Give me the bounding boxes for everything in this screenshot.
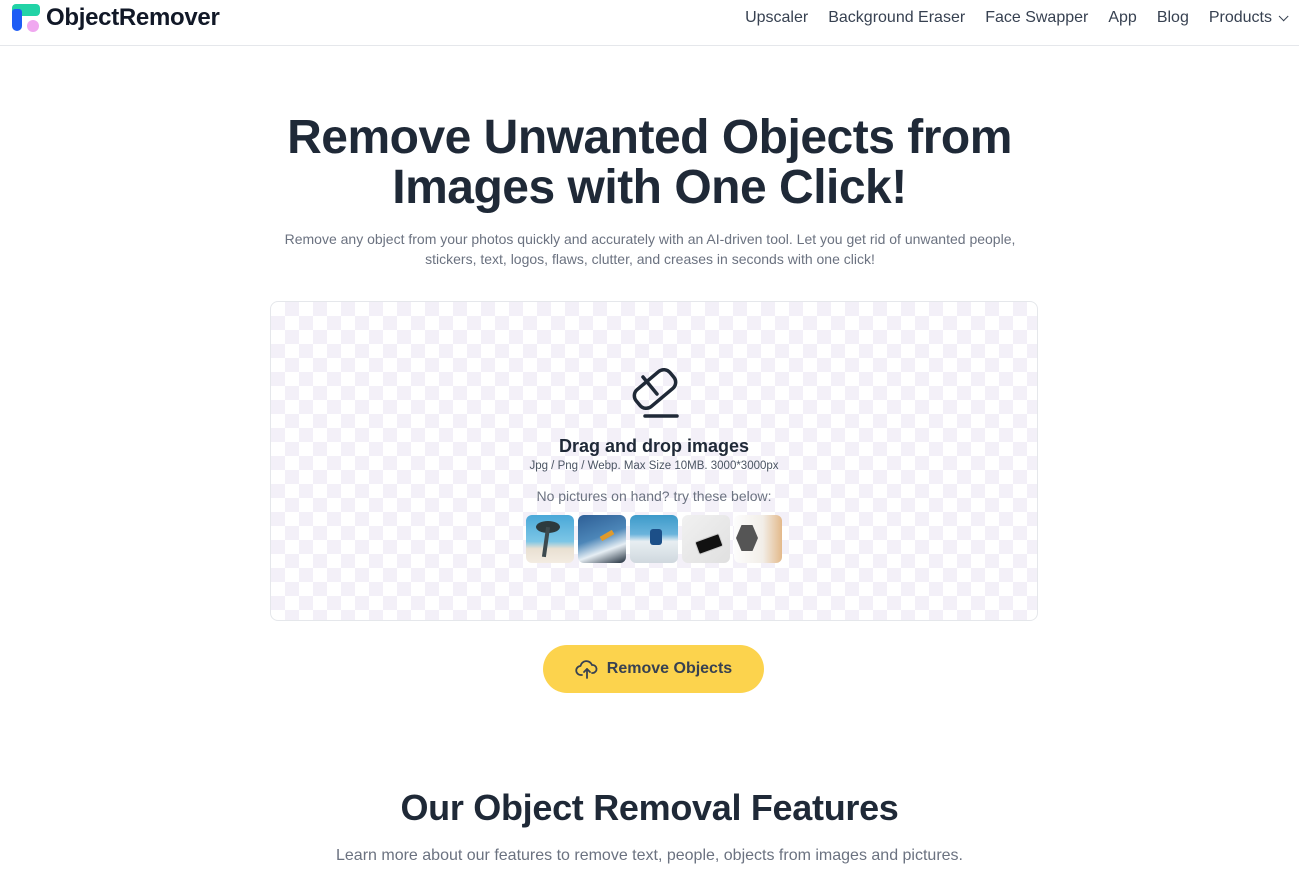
nav-face-swapper[interactable]: Face Swapper xyxy=(985,9,1088,27)
nav-upscaler[interactable]: Upscaler xyxy=(745,9,808,27)
eraser-icon xyxy=(632,367,679,418)
logo-text: ObjectRemover xyxy=(46,4,220,31)
main-nav: Upscaler Background Eraser Face Swapper … xyxy=(745,0,1289,36)
features-subtitle: Learn more about our features to remove … xyxy=(336,847,963,864)
hero-title: Remove Unwanted Objects from Images with… xyxy=(0,113,1299,213)
surfer-sample[interactable] xyxy=(578,515,626,563)
hero-subtitle: Remove any object from your photos quick… xyxy=(284,231,1016,267)
upload-dropzone[interactable]: Drag and drop images Jpg / Png / Webp. M… xyxy=(270,301,1038,621)
remove-objects-button[interactable]: Remove Objects xyxy=(543,645,764,693)
dropzone-title: Drag and drop images xyxy=(558,436,750,456)
dropzone-hint: Jpg / Png / Webp. Max Size 10MB. 3000*30… xyxy=(529,460,779,472)
sample-prompt: No pictures on hand? try these below: xyxy=(536,488,772,504)
logo[interactable]: ObjectRemover xyxy=(11,4,220,32)
desk-phone-sample[interactable] xyxy=(682,515,730,563)
remove-objects-label: Remove Objects xyxy=(606,660,733,677)
nav-app[interactable]: App xyxy=(1108,9,1136,27)
logo-icon xyxy=(11,4,41,32)
nav-products-label: Products xyxy=(1208,9,1272,26)
nav-products[interactable]: Products xyxy=(1208,9,1289,27)
beach-palm-sample[interactable] xyxy=(526,515,574,563)
hero-title-line1: Remove Unwanted Objects from xyxy=(287,111,1012,164)
hero-title-line2: Images with One Click! xyxy=(392,161,907,214)
chevron-down-icon xyxy=(1278,10,1289,21)
poster-person-sample[interactable] xyxy=(734,515,782,563)
nav-blog[interactable]: Blog xyxy=(1157,9,1189,27)
sample-images xyxy=(526,515,782,563)
cloud-upload-icon xyxy=(575,660,598,679)
skier-sample[interactable] xyxy=(630,515,678,563)
features-title: Our Object Removal Features xyxy=(400,787,899,828)
site-header: ObjectRemover Upscaler Background Eraser… xyxy=(0,0,1299,46)
nav-background-eraser[interactable]: Background Eraser xyxy=(828,9,965,27)
